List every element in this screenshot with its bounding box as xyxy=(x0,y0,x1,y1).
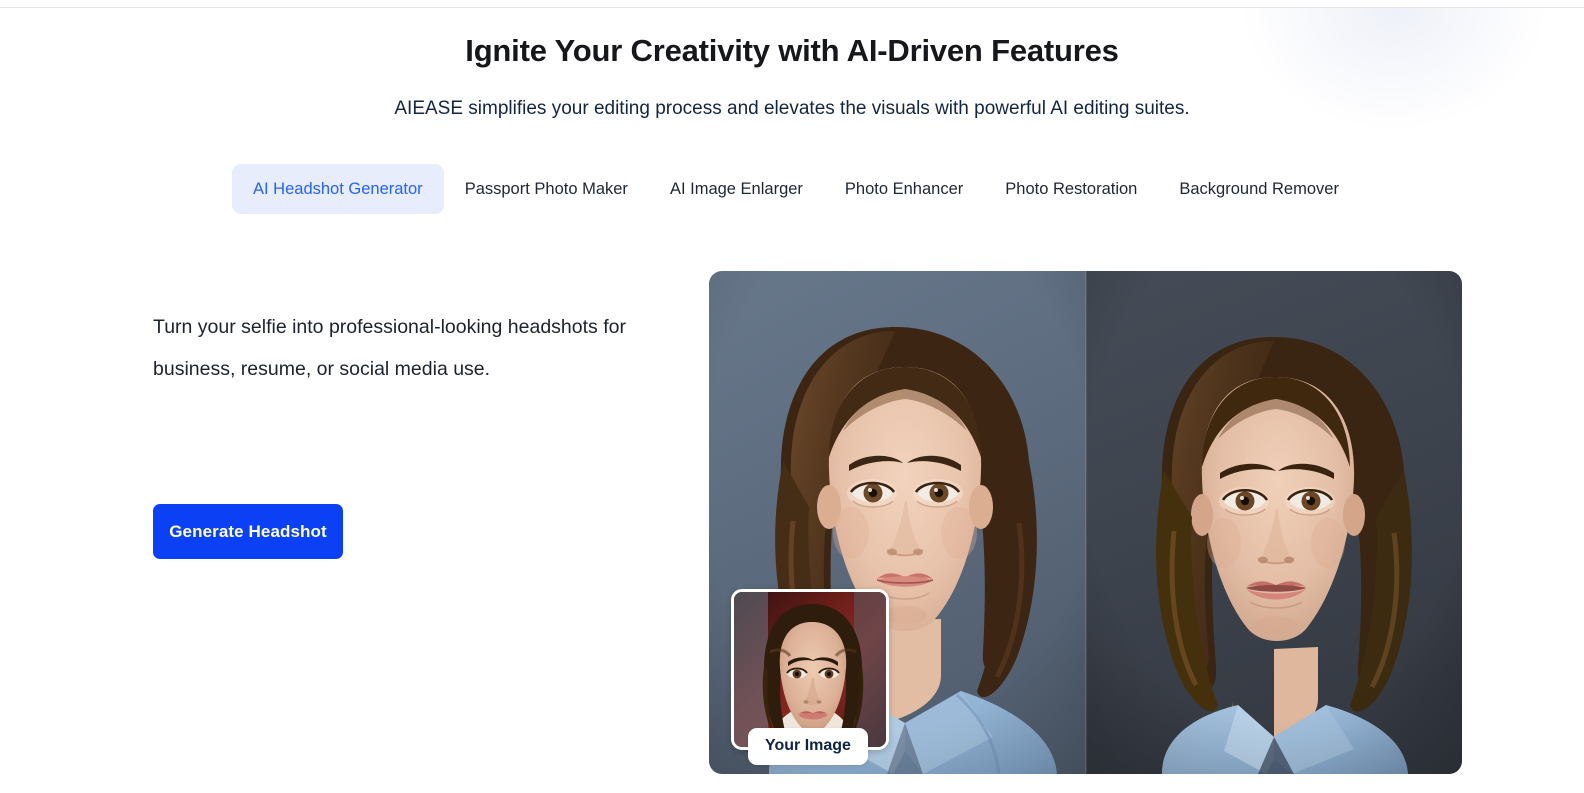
page-subtitle: AIEASE simplifies your editing process a… xyxy=(394,98,1190,119)
tab-ai-headshot-generator[interactable]: AI Headshot Generator xyxy=(232,164,444,214)
tab-photo-enhancer[interactable]: Photo Enhancer xyxy=(824,164,984,214)
feature-description: Turn your selfie into professional-looki… xyxy=(153,315,626,380)
your-image-thumbnail[interactable] xyxy=(731,589,889,750)
tab-background-remover[interactable]: Background Remover xyxy=(1158,164,1360,214)
generated-headshot-right xyxy=(1086,271,1462,774)
generate-headshot-button[interactable]: Generate Headshot xyxy=(153,504,343,559)
tab-ai-image-enlarger[interactable]: AI Image Enlarger xyxy=(649,164,824,214)
page-root: Ignite Your Creativity with AI-Driven Fe… xyxy=(0,0,1584,793)
tab-photo-restoration[interactable]: Photo Restoration xyxy=(984,164,1158,214)
tab-passport-photo-maker[interactable]: Passport Photo Maker xyxy=(444,164,649,214)
page-title: Ignite Your Creativity with AI-Driven Fe… xyxy=(465,32,1119,68)
portrait-right-illustration xyxy=(1086,271,1462,774)
feature-tabs: AI Headshot Generator Passport Photo Mak… xyxy=(232,164,1360,214)
top-divider xyxy=(0,7,1584,8)
thumbnail-portrait-illustration xyxy=(734,592,886,747)
thumbnail-label-badge: Your Image xyxy=(748,728,868,765)
